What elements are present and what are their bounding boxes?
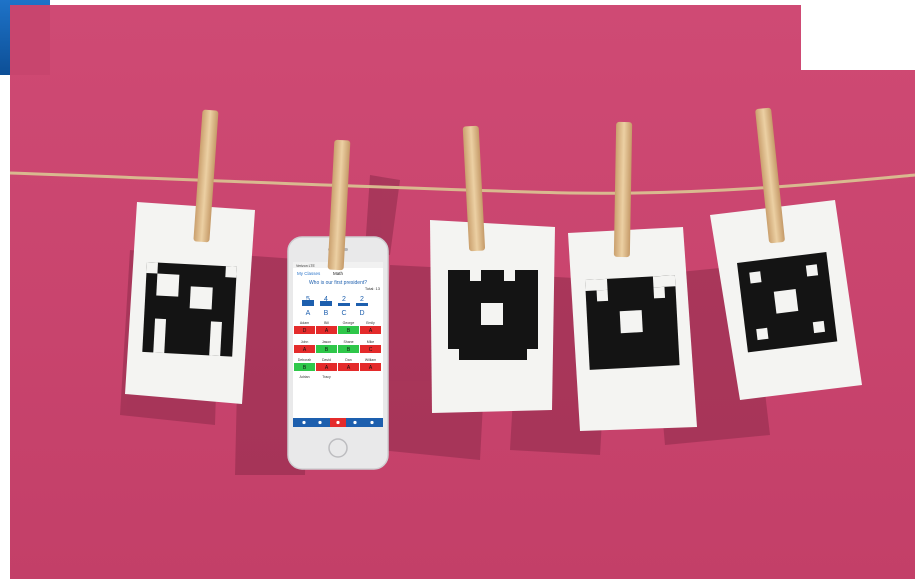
answer-letter: C <box>369 347 373 353</box>
student-name: Deborah <box>298 358 311 362</box>
hero-image: Verizon LTE My Classes Math Who is our firs… <box>10 5 915 579</box>
result-bar <box>302 300 314 306</box>
list-icon[interactable] <box>302 420 306 425</box>
result-count: 2 <box>342 296 346 303</box>
student-name: Jason <box>322 340 331 344</box>
result-choice: B <box>324 310 329 317</box>
answer-letter: D <box>303 328 307 334</box>
pen-icon[interactable] <box>318 420 322 425</box>
question-text: Who is our first president? <box>309 280 367 286</box>
card-3 <box>430 220 555 413</box>
result-count: 2 <box>360 296 364 303</box>
smartphone: Verizon LTE My Classes Math Who is our firs… <box>287 236 389 470</box>
student-name: Shane <box>343 340 353 344</box>
card-1 <box>125 202 255 404</box>
student-name: Bill <box>324 321 329 325</box>
student-name: Tracy <box>322 375 331 379</box>
student-name: Adam <box>300 321 309 325</box>
nav-back-link[interactable]: My Classes <box>297 271 321 276</box>
result-choice: A <box>306 310 311 317</box>
result-choice: C <box>341 310 346 317</box>
student-name: William <box>365 358 376 362</box>
nav-title: Math <box>333 271 344 276</box>
student-name: Mike <box>367 340 374 344</box>
card-4 <box>568 227 697 431</box>
student-name: David <box>322 358 331 362</box>
student-name: Dan <box>345 358 351 362</box>
status-carrier: Verizon LTE <box>296 264 315 268</box>
student-name: Adrian <box>299 375 309 379</box>
total-label: Total: 13 <box>365 286 381 291</box>
student-name: John <box>301 340 309 344</box>
result-bar <box>320 301 332 306</box>
result-bar <box>338 303 350 306</box>
plus-icon[interactable] <box>353 420 357 425</box>
info-icon[interactable] <box>370 420 374 425</box>
result-choice: D <box>359 310 364 317</box>
student-name: George <box>343 321 355 325</box>
result-bar <box>356 303 368 306</box>
camera-icon[interactable] <box>336 420 340 425</box>
student-name: Emily <box>366 321 375 325</box>
